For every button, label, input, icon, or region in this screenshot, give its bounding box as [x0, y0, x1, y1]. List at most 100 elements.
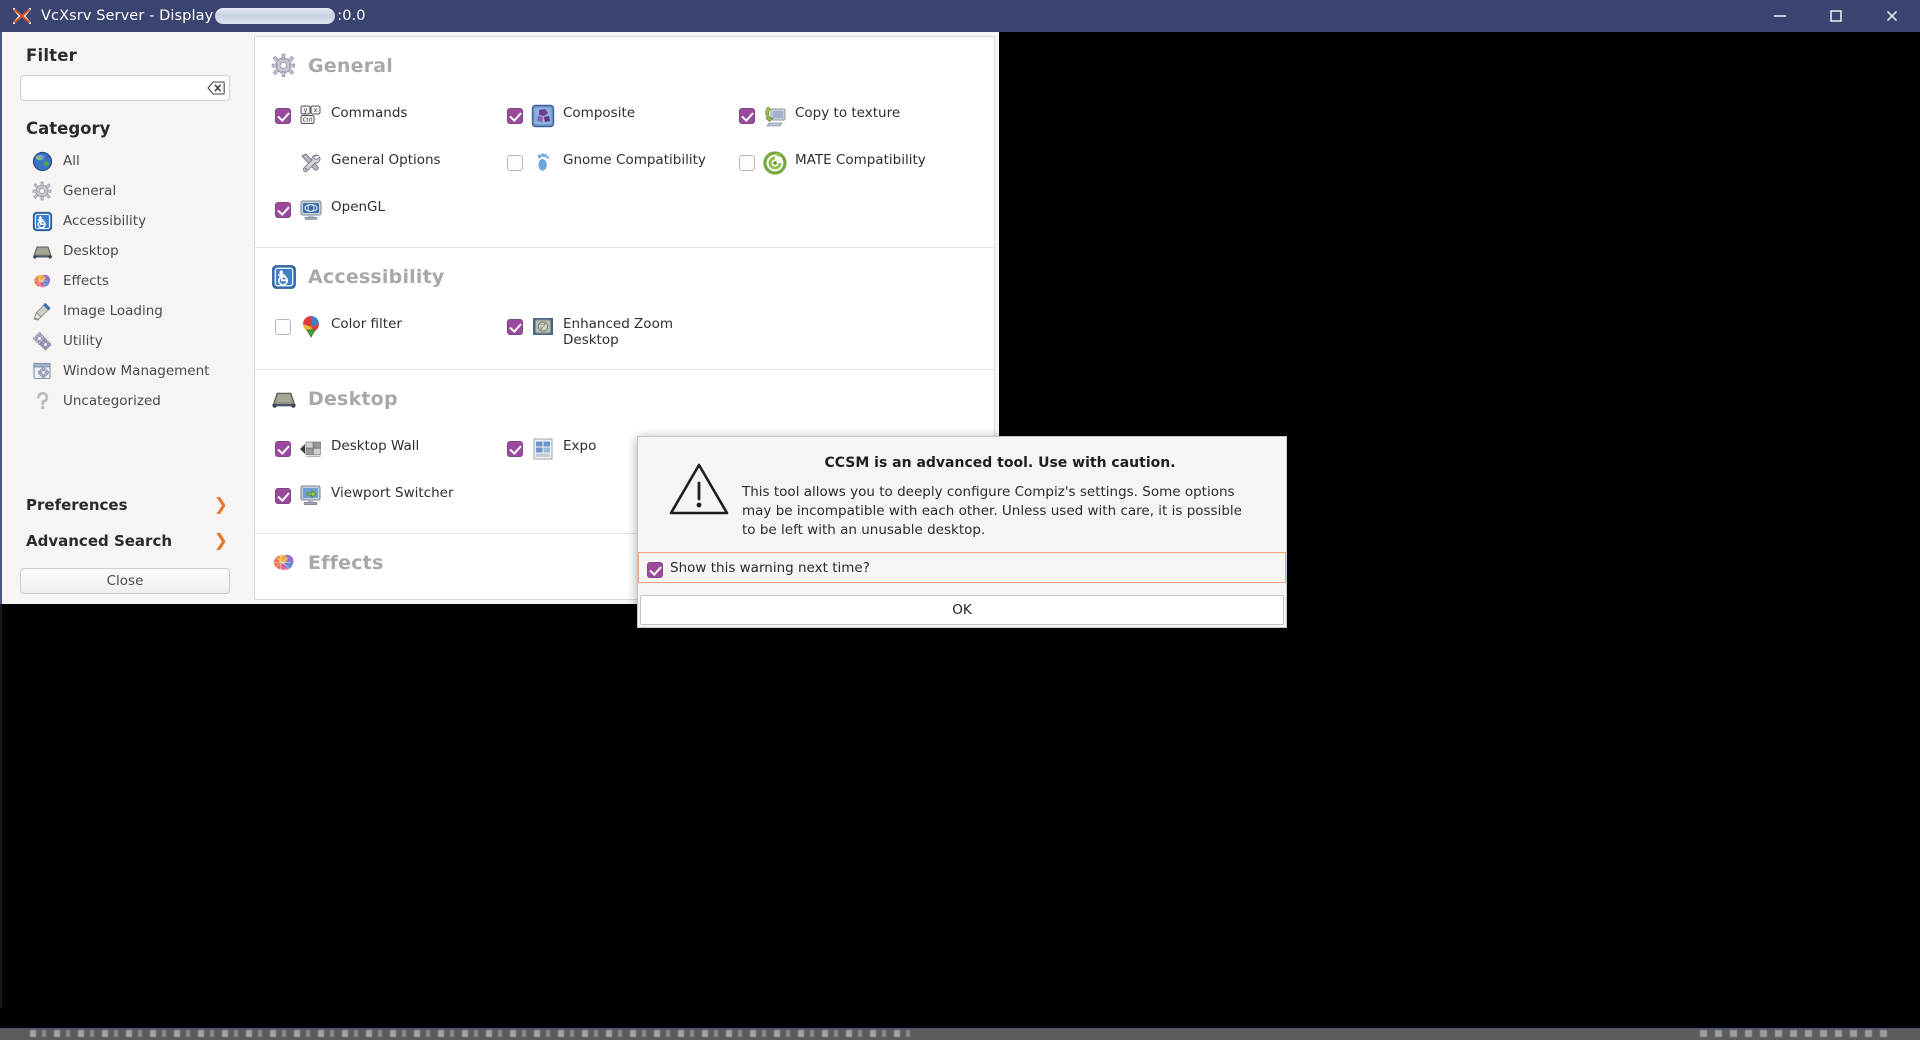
svg-text:y: y: [304, 107, 308, 114]
category-heading: Category: [26, 119, 111, 138]
plugin-checkbox[interactable]: [275, 108, 291, 124]
vcxsrv-x-icon: [11, 5, 33, 27]
category-list: All General Accessibility Desktop Effect…: [2, 144, 250, 416]
taskbar-blurred-text: [30, 1030, 910, 1037]
sidebar-item-window-management[interactable]: Window Management: [2, 356, 250, 386]
plugin-label: Color filter: [331, 316, 402, 332]
section-title: Desktop: [308, 387, 398, 410]
plugin-desktop-wall[interactable]: Desktop Wall: [275, 436, 507, 466]
sidebar-item-label: Accessibility: [63, 213, 147, 229]
enhanced-zoom-icon: [530, 314, 556, 340]
plugin-checkbox[interactable]: [275, 440, 291, 457]
sidebar-item-effects[interactable]: Effects: [2, 266, 250, 296]
opengl-monitor-icon: [298, 197, 324, 223]
section-header: Accessibility: [255, 248, 994, 290]
sidebar-item-general[interactable]: General: [2, 176, 250, 206]
preferences-link[interactable]: Preferences ❯: [2, 487, 250, 523]
taskbar-blurred-text-right: [1700, 1030, 1890, 1037]
clear-backspace-icon[interactable]: [207, 81, 225, 95]
filter-input[interactable]: [20, 75, 230, 101]
gear-icon: [271, 53, 297, 79]
ok-button[interactable]: OK: [640, 595, 1284, 625]
chevron-right-icon: ❯: [213, 530, 228, 551]
expo-grid-icon: [530, 436, 556, 462]
plugin-mate-compatibility[interactable]: MATE Compatibility: [739, 150, 971, 180]
section-title: Effects: [308, 551, 384, 574]
plugin-checkbox[interactable]: [739, 108, 755, 124]
plugin-viewport-switcher[interactable]: Viewport Switcher: [275, 483, 507, 513]
redacted-hostname: [215, 8, 336, 24]
warning-dialog: CCSM is an advanced tool. Use with cauti…: [637, 436, 1287, 628]
sidebar-item-label: Image Loading: [63, 303, 163, 319]
effects-burst-icon: [32, 271, 53, 292]
plugin-checkbox[interactable]: [507, 108, 523, 124]
sidebar-item-uncategorized[interactable]: Uncategorized: [2, 386, 250, 416]
sidebar-item-desktop[interactable]: Desktop: [2, 236, 250, 266]
gears-icon: [32, 331, 53, 352]
plugin-checkbox[interactable]: [507, 319, 523, 335]
composite-puzzle-icon: [530, 103, 556, 129]
sidebar-item-label: Window Management: [63, 363, 210, 379]
sidebar-item-accessibility[interactable]: Accessibility: [2, 206, 250, 236]
sidebar-item-label: Uncategorized: [63, 393, 161, 409]
filter-heading: Filter: [26, 46, 77, 65]
window-title-suffix: :0.0: [337, 8, 366, 24]
sidebar-item-image-loading[interactable]: Image Loading: [2, 296, 250, 326]
show-warning-checkbox[interactable]: [647, 562, 663, 579]
filter-field-wrap: [2, 65, 250, 101]
plugin-checkbox[interactable]: [275, 202, 291, 218]
effects-burst-icon: [271, 550, 297, 576]
section-title: Accessibility: [308, 266, 445, 288]
paintbrush-icon: [32, 301, 53, 322]
keyboard-keys-icon: y x Ctrl: [298, 103, 324, 129]
window-gear-icon: [32, 361, 53, 382]
plugin-commands[interactable]: y x Ctrl Commands: [275, 103, 507, 133]
plugin-label: Viewport Switcher: [331, 484, 454, 501]
sidebar-item-label: General: [63, 183, 117, 199]
viewport-switcher-icon: [298, 483, 324, 509]
maximize-icon[interactable]: [1808, 0, 1864, 32]
dialog-text: CCSM is an advanced tool. Use with cauti…: [742, 451, 1268, 540]
dialog-footer: OK: [638, 585, 1286, 627]
plugin-checkbox[interactable]: [507, 440, 523, 457]
plugin-copy-to-texture[interactable]: Copy to texture: [739, 103, 971, 133]
sidebar: Filter Category All General Accessibilit…: [2, 32, 250, 604]
section-header: Desktop: [255, 370, 994, 412]
dialog-message: This tool allows you to deeply configure…: [742, 484, 1242, 539]
plugin-label: OpenGL: [331, 199, 386, 215]
show-warning-label: Show this warning next time?: [670, 559, 870, 576]
close-button[interactable]: Close: [20, 568, 230, 594]
close-icon[interactable]: [1864, 0, 1920, 32]
plugin-checkbox[interactable]: [275, 319, 291, 335]
plugin-checkbox[interactable]: [275, 487, 291, 504]
plugin-label: Expo: [563, 437, 597, 454]
advanced-search-link[interactable]: Advanced Search ❯: [2, 523, 250, 559]
plugin-checkbox[interactable]: [507, 155, 523, 171]
plugin-label: Composite: [563, 105, 636, 121]
copy-texture-icon: [762, 103, 788, 129]
plugin-color-filter[interactable]: Color filter: [275, 314, 507, 349]
plugin-general-options[interactable]: General Options: [275, 150, 507, 180]
plugin-gnome-compatibility[interactable]: Gnome Compatibility: [507, 150, 739, 180]
screen: VcXsrv Server - Display :0.0 Filter Cate…: [0, 0, 1920, 1040]
window-title-prefix: VcXsrv Server - Display: [41, 8, 214, 24]
plugin-label: Gnome Compatibility: [563, 152, 706, 168]
section-title: General: [308, 55, 393, 77]
plugin-enhanced-zoom-desktop[interactable]: Enhanced Zoom Desktop: [507, 314, 739, 349]
chevron-right-icon: ❯: [213, 494, 228, 515]
plugin-label: Desktop Wall: [331, 437, 420, 454]
plugin-checkbox[interactable]: [739, 155, 755, 171]
color-filter-icon: [298, 314, 324, 340]
show-warning-row[interactable]: Show this warning next time?: [638, 552, 1286, 584]
svg-text:Ctrl: Ctrl: [303, 118, 313, 124]
sidebar-item-label: Utility: [63, 333, 103, 349]
svg-text:x: x: [314, 107, 318, 114]
sidebar-item-utility[interactable]: Utility: [2, 326, 250, 356]
desktop-icon: [32, 241, 53, 262]
sidebar-item-all[interactable]: All: [2, 146, 250, 176]
plugin-composite[interactable]: Composite: [507, 103, 739, 133]
plugin-opengl[interactable]: OpenGL: [275, 197, 507, 227]
minimize-icon[interactable]: [1752, 0, 1808, 32]
accessibility-icon: [271, 264, 297, 290]
sidebar-bottom: Preferences ❯ Advanced Search ❯ Close: [2, 487, 250, 604]
